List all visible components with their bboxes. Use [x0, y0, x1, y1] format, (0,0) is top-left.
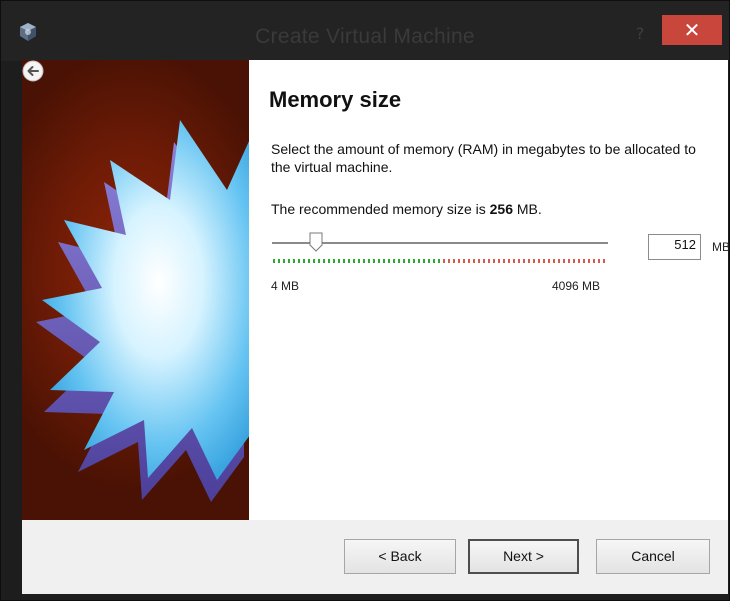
memory-slider-thumb[interactable]: [309, 232, 323, 252]
recommended-prefix: The recommended memory size is: [271, 201, 490, 217]
recommended-value: 256: [489, 201, 513, 217]
back-button[interactable]: < Back: [344, 539, 456, 574]
memory-range-indicator: [273, 259, 605, 263]
next-button[interactable]: Next >: [468, 539, 579, 574]
recommended-suffix: MB.: [513, 201, 542, 217]
memory-min-label: 4 MB: [271, 279, 300, 293]
memory-description: Select the amount of memory (RAM) in meg…: [271, 141, 696, 175]
close-button[interactable]: ✕: [662, 15, 722, 45]
memory-size-page: Memory size Select the amount of memory …: [249, 60, 730, 520]
title-bar[interactable]: Create Virtual Machine ? ✕: [1, 1, 729, 61]
wizard-content: Memory size Select the amount of memory …: [22, 60, 730, 520]
memory-max-label: 4096 MB: [552, 279, 601, 293]
wizard-side-banner: [22, 60, 249, 520]
back-arrow-icon[interactable]: [22, 60, 44, 82]
window-title: Create Virtual Machine: [255, 25, 475, 48]
cancel-button[interactable]: Cancel: [596, 539, 710, 574]
memory-unit-label: MB: [712, 240, 730, 254]
wizard-window: Create Virtual Machine ? ✕ Memory size S…: [0, 0, 730, 601]
page-heading: Memory size: [269, 87, 402, 112]
starburst-illustration-icon: [36, 120, 249, 502]
memory-size-input[interactable]: 512: [648, 234, 701, 260]
wizard-footer: < Back Next > Cancel: [22, 520, 728, 594]
help-button[interactable]: ?: [631, 23, 649, 45]
recommended-memory-text: The recommended memory size is 256 MB.: [271, 201, 542, 217]
